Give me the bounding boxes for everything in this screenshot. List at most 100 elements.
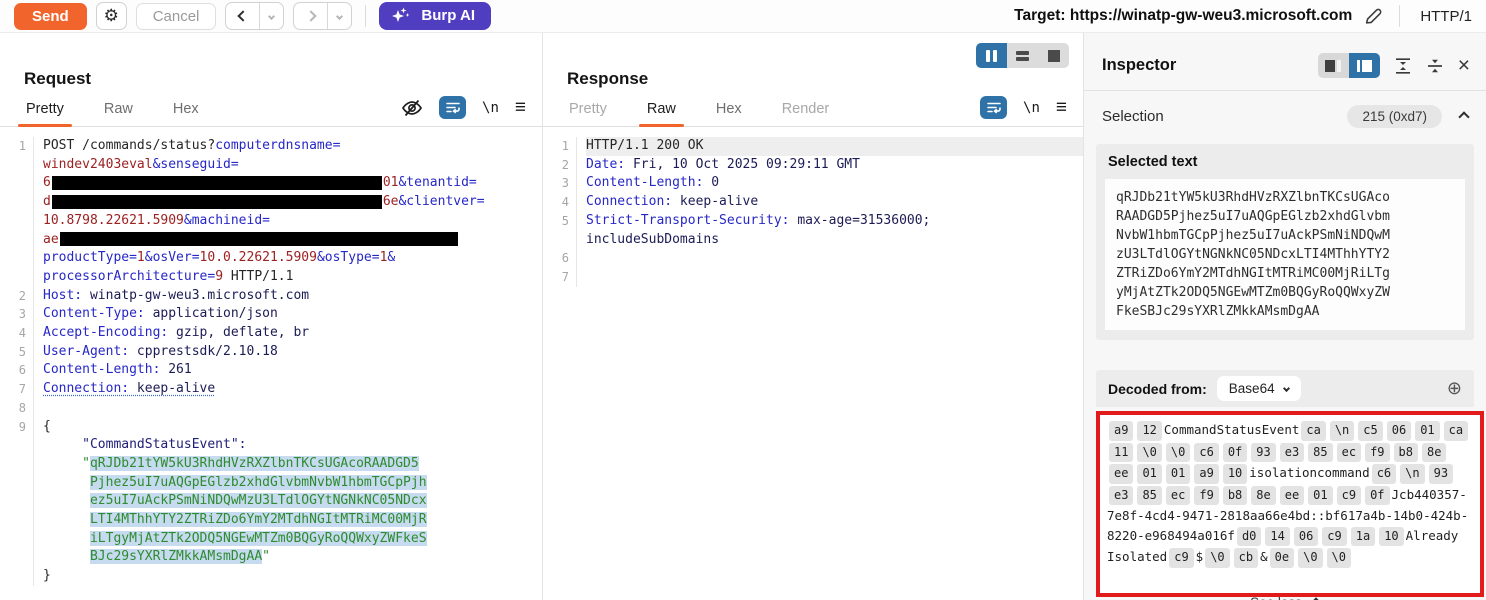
back-dropdown-button[interactable]	[259, 3, 283, 29]
code-segment: &tenantid=	[398, 175, 476, 190]
hex-byte-chip: a9	[1109, 421, 1133, 441]
line-number	[10, 212, 34, 231]
code-line: 1 POST /commands/status?computerdnsname=	[10, 137, 542, 156]
code-segment: ae	[43, 232, 59, 247]
settings-button[interactable]: ⚙	[96, 2, 127, 30]
code-text: POST /commands/status?computerdnsname=	[43, 137, 340, 156]
code-text: iLTgyMjAtZTk2ODQ5NGEwMTZm0BQGyRoQQWxyZWF…	[43, 530, 427, 549]
decoded-text: isolationcommand	[1249, 465, 1369, 480]
encoding-dropdown[interactable]: Base64	[1217, 376, 1301, 401]
dock-right-button[interactable]	[1349, 53, 1380, 78]
selection-accordion-header[interactable]: Selection 215 (0xd7)	[1084, 91, 1486, 140]
hex-byte-chip: 0f	[1223, 443, 1247, 463]
hex-byte-chip: 01	[1137, 464, 1161, 484]
hex-byte-chip: ec	[1166, 486, 1190, 506]
code-segment: Strict-Transport-Security:	[586, 213, 790, 228]
collapse-sections-button[interactable]	[1426, 57, 1444, 75]
code-line: includeSubDomains	[553, 231, 1083, 250]
eye-slash-icon[interactable]	[401, 99, 423, 117]
forward-button[interactable]	[294, 3, 327, 29]
code-segment: 6	[43, 175, 51, 190]
inspector-header-icons: ×	[1318, 53, 1470, 78]
tab-pretty[interactable]: Pretty	[567, 101, 609, 126]
code-segment: 1	[137, 250, 145, 265]
http-version-selector[interactable]: HTTP/1	[1416, 8, 1472, 25]
layout-rows-button[interactable]	[1007, 43, 1038, 68]
code-text: ez5uI7uAckPSmNiNDQwMzU3LTdlOGYtNGNkNC05N…	[43, 492, 427, 511]
decoded-value-box[interactable]: a912CommandStatusEventca\nc50601ca11\0\0…	[1096, 411, 1484, 597]
code-segment: Date:	[586, 157, 625, 172]
code-line: 8	[10, 399, 542, 418]
tab-render[interactable]: Render	[780, 101, 832, 126]
code-segment: Content-Type:	[43, 306, 145, 321]
hex-byte-chip: c6	[1194, 443, 1218, 463]
forward-dropdown-button[interactable]	[327, 3, 351, 29]
soft-wrap-toggle[interactable]	[980, 96, 1007, 119]
selected-text-box[interactable]: qRJDb21tYW5kU3RhdHVzRXZlbnTKCsUGAcoRAADG…	[1105, 179, 1465, 330]
tab-raw[interactable]: Raw	[102, 101, 135, 126]
line-number	[10, 436, 34, 455]
hex-byte-chip: 01	[1166, 464, 1190, 484]
code-text: Date: Fri, 10 Oct 2025 09:29:11 GMT	[586, 156, 860, 175]
selected-text-line: NvbW1hbmTGCpPjhez5uI7uAckPSmNiNDQwM	[1116, 226, 1454, 245]
tab-raw[interactable]: Raw	[645, 101, 678, 126]
burp-ai-button[interactable]: Burp AI	[379, 2, 491, 30]
code-segment: 261	[160, 362, 191, 377]
chevron-down-icon	[1283, 385, 1290, 392]
burp-ai-label: Burp AI	[421, 7, 475, 24]
code-line: 6Content-Length: 261	[10, 361, 542, 380]
hex-byte-chip: ee	[1280, 486, 1304, 506]
inspector-panel: Inspector	[1084, 33, 1486, 600]
code-line: 1HTTP/1.1 200 OK	[553, 137, 1083, 156]
dock-left-button[interactable]	[1318, 53, 1349, 78]
line-number: 8	[10, 399, 34, 418]
selected-text-line: qRJDb21tYW5kU3RhdHVzRXZlbnTKCsUGAco	[1116, 188, 1454, 207]
chevron-left-icon	[237, 10, 248, 21]
chevron-down-icon	[336, 12, 343, 19]
code-text: User-Agent: cpprestsdk/2.10.18	[43, 343, 278, 362]
newline-toggle[interactable]: \n	[1023, 100, 1040, 116]
hex-byte-chip: \0	[1205, 548, 1229, 568]
tab-pretty[interactable]: Pretty	[24, 101, 66, 126]
response-title: Response	[567, 69, 1083, 89]
pencil-icon[interactable]	[1364, 7, 1383, 25]
hex-byte-chip: \0	[1298, 548, 1322, 568]
cancel-button[interactable]: Cancel	[136, 3, 217, 30]
code-segment: gzip, deflate, br	[168, 325, 309, 340]
back-button[interactable]	[226, 3, 259, 29]
tab-hex[interactable]: Hex	[171, 101, 201, 126]
code-text: Host: winatp-gw-weu3.microsoft.com	[43, 287, 309, 306]
editor-menu-button[interactable]: ≡	[515, 98, 526, 117]
response-editor[interactable]: 1HTTP/1.1 200 OK2Date: Fri, 10 Oct 2025 …	[543, 127, 1083, 287]
tab-hex[interactable]: Hex	[714, 101, 744, 126]
add-decoding-button[interactable]: ⊕	[1447, 378, 1462, 399]
see-less-button[interactable]: See less	[1084, 595, 1486, 600]
send-button[interactable]: Send	[14, 3, 87, 30]
code-segment: &osType=	[317, 250, 380, 265]
editor-menu-button[interactable]: ≡	[1056, 98, 1067, 117]
expand-sections-button[interactable]	[1394, 57, 1412, 75]
code-segment: HTTP/1.1 200 OK	[586, 138, 703, 153]
request-editor[interactable]: 1POST /commands/status?computerdnsname=w…	[0, 127, 542, 586]
newline-toggle[interactable]: \n	[482, 100, 499, 116]
close-inspector-button[interactable]: ×	[1458, 55, 1470, 76]
line-number: 1	[10, 137, 34, 156]
code-segment: Connection:	[43, 381, 129, 396]
code-line: 5User-Agent: cpprestsdk/2.10.18	[10, 343, 542, 362]
request-tabbar: Pretty Raw Hex \n ≡	[0, 97, 542, 127]
hex-byte-chip: e3	[1109, 486, 1133, 506]
code-line: iLTgyMjAtZTk2ODQ5NGEwMTZm0BQGyRoQQWxyZWF…	[10, 530, 542, 549]
response-panel: Response Pretty Raw Hex Render \n ≡ 1HTTP/1…	[543, 33, 1084, 600]
code-line: Pjhez5uI7uAQGpEGlzb2xhdGlvbmNvbW1hbmTGCp…	[10, 474, 542, 493]
decoded-from-bar: Decoded from: Base64 ⊕	[1096, 370, 1474, 407]
code-segment: Connection:	[586, 194, 672, 209]
hex-byte-chip: cb	[1234, 548, 1258, 568]
hex-byte-chip: e3	[1280, 443, 1304, 463]
layout-single-button[interactable]	[1038, 43, 1069, 68]
soft-wrap-toggle[interactable]	[439, 96, 466, 119]
rows-icon	[1016, 51, 1029, 61]
code-segment: d	[43, 194, 51, 209]
layout-columns-button[interactable]	[976, 43, 1007, 68]
selection-length-badge: 215 (0xd7)	[1347, 105, 1442, 128]
code-text: Content-Length: 0	[586, 174, 719, 193]
